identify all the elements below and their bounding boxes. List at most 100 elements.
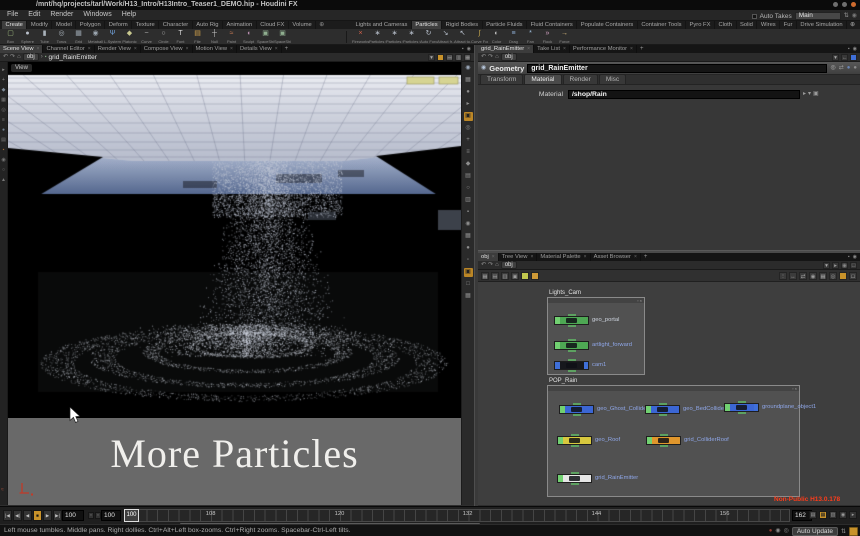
shelf-tool-button[interactable]: * Fan (522, 29, 539, 45)
path-node-name[interactable]: grid_RainEmitter (48, 54, 96, 61)
network-box-header[interactable] (548, 298, 644, 303)
shelf-tab[interactable]: Particles (412, 21, 442, 29)
shelf-tab[interactable]: Deform (105, 21, 132, 29)
status-icon[interactable]: ◉ (775, 526, 780, 536)
path-root[interactable]: obj (501, 261, 517, 269)
display-option-icon[interactable]: ▦ (464, 232, 473, 241)
shelf-tool-button[interactable]: ∫ Curve Force (471, 29, 488, 45)
network-toolbar-icon[interactable]: ⋮ (779, 272, 787, 280)
display-option-icon[interactable]: ▣ (464, 112, 473, 121)
pathbar-icon[interactable]: ◉ (841, 262, 848, 269)
shelf-tool-button[interactable]: ◆ Platonic (121, 29, 138, 45)
parameter-header-icon[interactable]: ◎ (830, 64, 835, 72)
pane-tab[interactable]: Material Palette (537, 253, 590, 261)
network-node[interactable]: grid_RainEmitter (557, 473, 638, 483)
pane-corner-icon[interactable]: ◉ (853, 45, 857, 53)
menu-right-icon[interactable]: ⇅ (844, 12, 849, 20)
shelf-tool-button[interactable]: ∗ Particles fr... (403, 29, 420, 45)
path-root[interactable]: obj (23, 53, 39, 61)
shelf-tool-button[interactable]: ~ Curve (138, 29, 155, 45)
playbar-option-icon[interactable]: ▤ (809, 511, 817, 519)
network-box-pop-rain[interactable]: POP_Rain geo_Ghost_Collider geo_Bed (547, 385, 800, 497)
pathbar-icon[interactable] (437, 54, 444, 61)
render-flag[interactable] (584, 342, 588, 349)
display-option-icon[interactable]: ◉ (464, 220, 473, 229)
shelf-tab[interactable]: Rigid Bodies (442, 21, 483, 29)
forward-icon[interactable]: ↷ (10, 53, 15, 62)
network-toolbar-icon[interactable]: □ (849, 272, 857, 280)
viewport-tool-icon[interactable]: ▪ (3, 148, 5, 153)
display-option-icon[interactable]: ◎ (464, 124, 473, 133)
take-selector[interactable]: Main (795, 12, 841, 20)
node-body[interactable] (563, 475, 587, 482)
playbar-option-icon[interactable]: ▦ (819, 511, 827, 519)
network-node[interactable]: geo_Roof (557, 435, 620, 445)
title-bar[interactable]: /mnt/hq/projects/tarl/Work/H13_Intro/H13… (0, 0, 860, 10)
node-name-label[interactable]: grid_ColliderRoof (684, 437, 729, 443)
viewport-tool-icon[interactable]: ▸ (2, 68, 5, 73)
pane-tab[interactable]: grid_RainEmitter (478, 45, 534, 53)
display-option-icon[interactable]: + (464, 136, 473, 145)
pane-tab[interactable]: Channel Editor (43, 45, 94, 53)
node-name-label[interactable]: cam1 (592, 362, 606, 368)
shelf-tab[interactable]: Particle Fluids (483, 21, 527, 29)
viewport-tool-icon[interactable]: ◆ (2, 88, 6, 93)
node-name-label[interactable]: geo_Ghost_Collider (597, 406, 648, 412)
node-body[interactable] (730, 404, 754, 411)
render-flag[interactable] (584, 317, 588, 324)
shelf-tool-button[interactable]: ● Sphere (19, 29, 36, 45)
shelf-tab[interactable]: Texture (132, 21, 159, 29)
shelf-tab[interactable]: Animation (223, 21, 257, 29)
network-canvas[interactable]: Lights_Cam geo_portal artlight_forw (478, 282, 860, 505)
network-toolbar-icon[interactable]: ▥ (501, 272, 509, 280)
shelf-tab[interactable]: Container Tools (638, 21, 686, 29)
network-node[interactable]: geo_Ghost_Collider (559, 404, 648, 414)
viewport-tool-icon[interactable]: ● (2, 128, 5, 133)
pane-corner-icon[interactable]: ▪ (462, 45, 464, 53)
node-body[interactable] (651, 406, 675, 413)
scene-viewport[interactable]: View (8, 62, 461, 418)
pane-tab[interactable]: Asset Browser (591, 253, 641, 261)
node-body[interactable] (563, 437, 587, 444)
shelf-tool-button[interactable]: ○ Circle (155, 29, 172, 45)
shelf-tool-button[interactable]: ≈ Paint (223, 29, 240, 45)
shelf-tab[interactable]: Create (2, 21, 27, 29)
material-path-field[interactable]: /shop/Rain (568, 90, 800, 99)
new-tab-button[interactable]: + (641, 253, 651, 261)
pane-tab[interactable]: Compose View (141, 45, 193, 53)
playbar-option-button[interactable] (88, 512, 94, 519)
transport-button[interactable]: ▶| (53, 510, 62, 521)
menu-item[interactable]: File (2, 10, 23, 20)
shelf-tool-button[interactable]: ∗ Particles fr... (369, 29, 386, 45)
display-option-icon[interactable]: ● (464, 88, 473, 97)
render-flag[interactable] (584, 362, 588, 369)
node-body[interactable] (560, 362, 584, 369)
playbar-option-icon[interactable]: ◉ (839, 511, 847, 519)
node-body[interactable] (565, 406, 589, 413)
shelf-tool-button[interactable]: ▤ File (189, 29, 206, 45)
node-body[interactable] (560, 342, 584, 349)
pathbar-icon[interactable]: ▾ (823, 262, 830, 269)
folder-tab[interactable]: Misc (599, 74, 626, 84)
network-toolbar-icon[interactable] (531, 272, 539, 280)
home-icon[interactable]: ⌂ (17, 53, 21, 62)
display-option-icon[interactable]: ▦ (464, 76, 473, 85)
pathbar-icon[interactable]: ← (841, 54, 848, 61)
playhead[interactable]: 100 (124, 509, 139, 522)
shelf-tool-button[interactable]: ▢ Box (2, 29, 19, 45)
network-node[interactable]: geo_portal (554, 315, 619, 325)
viewport-canvas[interactable] (8, 62, 461, 418)
viewport-tool-icon[interactable]: ▲ (1, 178, 6, 183)
path-root[interactable]: obj (501, 53, 517, 61)
node-name-label[interactable]: geo_Roof (595, 437, 620, 443)
status-icon[interactable]: ◎ (784, 526, 789, 536)
network-node[interactable]: geo_BedCollider (645, 404, 726, 414)
shelf-tab[interactable]: Model (52, 21, 76, 29)
render-flag[interactable] (754, 404, 758, 411)
network-toolbar-icon[interactable] (521, 272, 529, 280)
pathbar-icon[interactable]: □ (850, 262, 857, 269)
cook-indicator-icon[interactable] (849, 527, 858, 536)
viewport-tool-icon[interactable]: ▦ (1, 98, 6, 103)
shelf-tab[interactable]: Populate Containers (577, 21, 638, 29)
network-toolbar-icon[interactable]: ⇄ (799, 272, 807, 280)
